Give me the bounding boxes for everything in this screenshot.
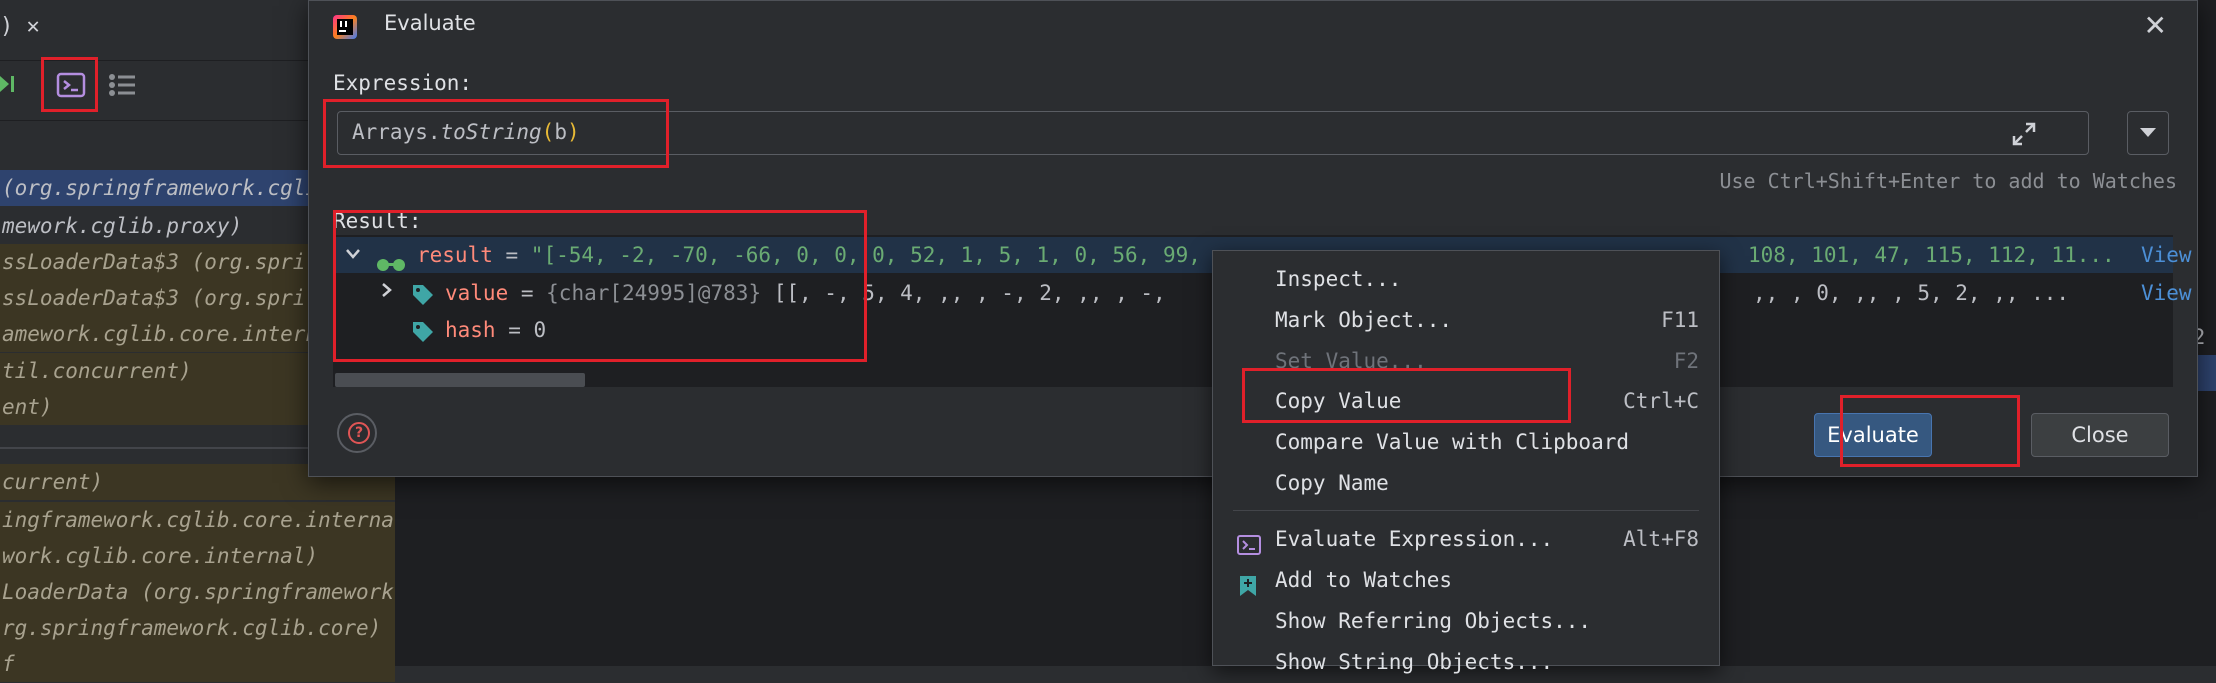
history-dropdown[interactable] xyxy=(2127,111,2169,155)
horizontal-scrollbar[interactable] xyxy=(335,373,585,387)
chevron-down-icon[interactable] xyxy=(345,237,361,273)
menu-item-copy-name[interactable]: Copy Name xyxy=(1213,463,1719,504)
list-settings-icon[interactable] xyxy=(108,72,138,98)
intellij-logo-icon xyxy=(333,15,357,39)
field-name: hash xyxy=(445,318,496,342)
frame-item[interactable]: work.cglib.core.internal) xyxy=(0,538,395,574)
help-button[interactable]: ? xyxy=(337,413,377,453)
context-menu: Inspect... Mark Object... F11 Set Value..… xyxy=(1212,250,1720,674)
watches-hint: Use Ctrl+Shift+Enter to add to Watches xyxy=(1719,169,2177,193)
view-link[interactable]: View xyxy=(2141,237,2192,273)
menu-item-compare-clipboard[interactable]: Compare Value with Clipboard xyxy=(1213,422,1719,463)
close-button[interactable]: Close xyxy=(2031,413,2169,457)
help-icon: ? xyxy=(348,422,370,444)
expression-text: Arrays.toString(b) xyxy=(352,120,580,144)
menu-separator xyxy=(1233,510,1699,511)
expression-input[interactable]: Arrays.toString(b) xyxy=(337,111,2089,155)
menu-item-mark-object[interactable]: Mark Object... F11 xyxy=(1213,300,1719,341)
field-tag-icon xyxy=(411,319,435,343)
chevron-right-icon[interactable] xyxy=(381,275,393,311)
view-link[interactable]: View xyxy=(2141,275,2192,311)
result-label: Result: xyxy=(333,209,422,233)
menu-item-show-referring-objects[interactable]: Show Referring Objects... xyxy=(1213,601,1719,642)
expand-icon[interactable] xyxy=(2008,118,2040,150)
resume-icon[interactable] xyxy=(0,72,20,96)
result-name: result xyxy=(417,243,493,267)
field-value-end: ,, , 0, ,, , 5, 2, ,, ... xyxy=(1753,281,2070,305)
menu-item-show-string-objects[interactable]: Show String Objects... xyxy=(1213,642,1719,683)
field-tag-icon xyxy=(411,282,435,306)
frame-item[interactable]: rg.springframework.cglib.core) xyxy=(0,610,395,646)
chevron-down-icon xyxy=(2140,128,2156,137)
menu-item-set-value: Set Value... F2 xyxy=(1275,349,1699,373)
bookmark-plus-icon xyxy=(1237,570,1259,596)
frame-item[interactable]: f xyxy=(0,646,395,682)
field-value: 0 xyxy=(533,318,547,342)
frame-item[interactable]: ingframework.cglib.core.interna xyxy=(0,502,395,538)
menu-item-evaluate-expression[interactable]: Evaluate Expression... Alt+F8 xyxy=(1213,519,1719,560)
result-value: "[-54, -2, -70, -66, 0, 0, 0, 52, 1, 5, … xyxy=(530,243,1201,267)
watch-glasses-icon xyxy=(375,247,407,271)
menu-item-copy-value[interactable]: Copy Value Ctrl+C xyxy=(1213,381,1719,422)
evaluate-button[interactable]: Evaluate xyxy=(1814,413,1932,457)
frame-item[interactable]: LoaderData (org.springframework xyxy=(0,574,395,610)
menu-item-inspect[interactable]: Inspect... xyxy=(1213,259,1719,300)
result-value-end: 108, 101, 47, 115, 112, 11... xyxy=(1748,243,2115,267)
field-type: {char[24995]@783} xyxy=(546,281,762,305)
evaluate-expression-icon[interactable] xyxy=(56,70,86,100)
expression-label: Expression: xyxy=(333,71,473,95)
menu-item-add-to-watches[interactable]: Add to Watches xyxy=(1213,560,1719,601)
dialog-title: Evaluate xyxy=(384,11,476,35)
tab-fragment[interactable]: ) ✕ xyxy=(0,14,40,39)
field-name: value xyxy=(445,281,509,305)
dialog-title-bar xyxy=(309,1,2197,53)
field-value: [[, -, 5, 4, ,, , -, 2, ,, , -, xyxy=(761,281,1166,305)
close-icon[interactable]: ✕ xyxy=(2144,9,2167,42)
evaluate-expression-icon xyxy=(1237,529,1261,555)
